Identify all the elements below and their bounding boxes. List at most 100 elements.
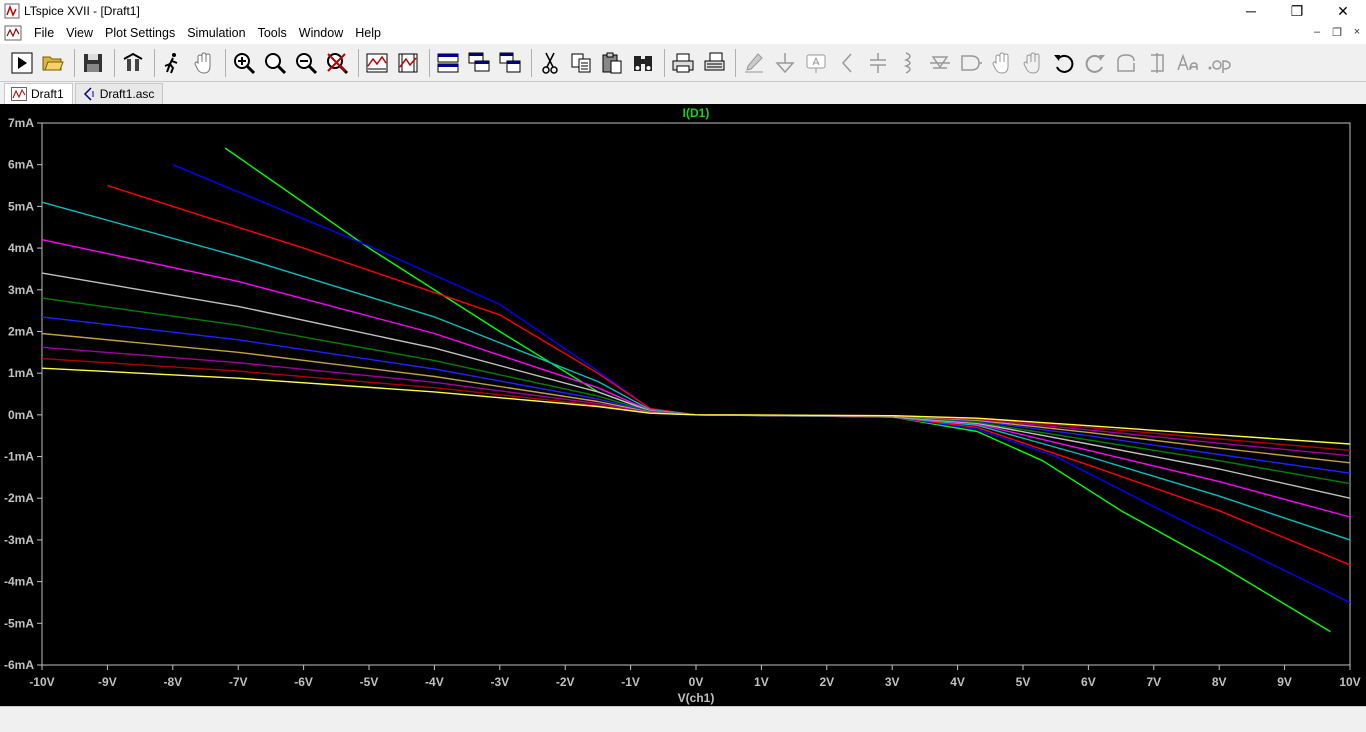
maximize-button[interactable]: ❐ [1274,0,1320,22]
x-tick-label: 8V [1212,675,1227,689]
text-button[interactable] [1174,48,1202,78]
close-button[interactable]: ✕ [1320,0,1366,22]
x-axis-label: V(ch1) [678,691,715,705]
plot-canvas[interactable]: 7mA 6mA 5mA 4mA 3mA 2mA 1mA 0mA -1mA -2mA -3mA -4mA… [0,104,1366,706]
x-tick-label: 5V [1016,675,1031,689]
y-tick-label: -2mA [4,491,34,505]
rotate-button[interactable] [1112,48,1140,78]
title-bar: LTspice XVII - [Draft1] ─ ❐ ✕ [0,0,1366,22]
x-tick-label: -2V [556,675,575,689]
menu-help[interactable]: Help [349,26,387,40]
menu-simulation[interactable]: Simulation [181,26,251,40]
x-tick-label: -4V [425,675,444,689]
print-button[interactable] [669,48,697,78]
toolbar-separator [225,48,226,77]
y-tick-label: 2mA [8,324,34,338]
zoom-fit-button[interactable] [323,48,351,78]
find-button[interactable] [629,48,657,78]
x-tick-label: -5V [360,675,379,689]
y-tick-label: -5mA [4,616,34,630]
toolbar [0,44,1366,82]
zoom-in-button[interactable] [230,48,258,78]
capacitor-button[interactable] [864,48,892,78]
window-title: LTspice XVII - [Draft1] [24,4,140,18]
x-tick-label: -8V [163,675,182,689]
control-panel-button[interactable] [119,48,147,78]
menu-bar: File View Plot Settings Simulation Tools… [0,22,1366,44]
plot-frame [41,122,1351,666]
y-tick-label: 6mA [8,158,34,172]
menu-plot-settings[interactable]: Plot Settings [99,26,181,40]
open-button[interactable] [39,48,67,78]
toolbar-separator [154,48,155,77]
y-tick-label: 4mA [8,241,34,255]
toolbar-separator [114,48,115,77]
spice-directive-icon [1208,59,1231,73]
mdi-restore-button[interactable]: ❐ [1330,24,1344,40]
copy-button[interactable] [567,48,595,78]
y-tick-label: -3mA [4,533,34,547]
tab-draft1[interactable]: Draft1 [4,83,73,104]
print-setup-button[interactable] [700,48,728,78]
x-tick-label: 4V [950,675,965,689]
halt-button[interactable] [159,48,187,78]
y-tick-label: 5mA [8,199,34,213]
resistor-button[interactable] [833,48,861,78]
move-button[interactable] [988,48,1016,78]
x-tick-label: -1V [621,675,640,689]
menu-tools[interactable]: Tools [252,26,293,40]
paste-button[interactable] [598,48,626,78]
mirror-button[interactable] [1143,48,1171,78]
menu-file[interactable]: File [28,26,60,40]
manual-limits-icon [398,53,418,72]
tile-horizontal-button[interactable] [434,48,462,78]
waveform-viewer[interactable]: 7mA 6mA 5mA 4mA 3mA 2mA 1mA 0mA -1mA -2mA -3mA -4mA… [0,104,1366,706]
resistor-icon [841,53,852,72]
mdi-minimize-button[interactable]: – [1310,24,1324,40]
label-icon [806,54,826,73]
tile-vertical-button[interactable] [496,48,524,78]
tab-draft1-asc[interactable]: Draft1.asc [74,83,164,104]
y-tick-label: -6mA [4,658,34,672]
x-tick-label: -3V [490,675,509,689]
run-button[interactable] [8,48,36,78]
series-line-10 [41,346,1351,457]
zoom-out-button[interactable] [292,48,320,78]
ltspice-app-icon[interactable] [4,3,20,19]
undo-button[interactable] [1050,48,1078,78]
x-tick-label: 9V [1277,675,1292,689]
redo-button[interactable] [1081,48,1109,78]
autorange-button[interactable] [363,48,391,78]
drag-button[interactable] [1019,48,1047,78]
pan-button[interactable] [190,48,218,78]
wire-button[interactable] [740,48,768,78]
copy-icon [571,53,591,72]
cascade-icon [468,52,490,71]
series-line-1 [224,147,1331,633]
toolbar-separator [358,48,359,77]
x-tick-label: 0V [689,675,704,689]
cascade-button[interactable] [465,48,493,78]
spice-directive-button[interactable] [1205,48,1233,78]
ground-button[interactable] [771,48,799,78]
zoom-area-button[interactable] [261,48,289,78]
save-button[interactable] [79,48,107,78]
menu-window[interactable]: Window [293,26,349,40]
toolbar-separator [735,48,736,77]
minimize-button[interactable]: ─ [1228,0,1274,22]
tab-label: Draft1 [31,87,64,101]
x-tick-label: 1V [754,675,769,689]
redo-icon [1085,54,1105,73]
document-icon[interactable] [4,25,22,41]
y-tick-label: -1mA [4,450,34,464]
manual-limits-button[interactable] [394,48,422,78]
diode-button[interactable] [926,48,954,78]
zoom-in-icon [234,52,256,74]
mdi-close-button[interactable]: × [1350,24,1364,40]
component-button[interactable] [957,48,985,78]
label-button[interactable] [802,48,830,78]
paste-icon [602,52,622,73]
menu-view[interactable]: View [60,26,99,40]
inductor-button[interactable] [895,48,923,78]
cut-button[interactable] [536,48,564,78]
